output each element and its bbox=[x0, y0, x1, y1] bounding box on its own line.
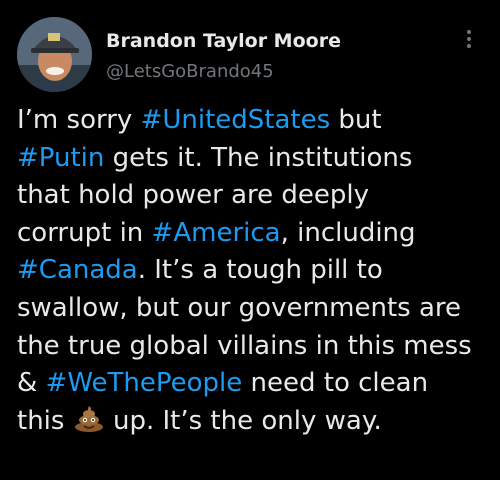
tweet-text-segment: gets it. The institutions bbox=[104, 142, 413, 173]
tweet-text-segment: up. It’s the only way. bbox=[104, 405, 382, 436]
tweet-text-segment: swallow, but our governments are bbox=[17, 292, 462, 323]
more-vertical-icon[interactable] bbox=[462, 26, 476, 52]
hashtag-link[interactable]: #America bbox=[152, 218, 281, 248]
tweet-line: #Canada. It’s a tough pill to bbox=[17, 252, 497, 290]
tweet-line: the true global villains in this mess bbox=[17, 328, 497, 366]
tweet-line: that hold power are deeply bbox=[17, 177, 497, 215]
avatar[interactable] bbox=[17, 17, 92, 92]
tweet-text-segment: corrupt in bbox=[17, 217, 152, 248]
tweet-line: corrupt in #America, including bbox=[17, 215, 497, 253]
hashtag-link[interactable]: #UnitedStates bbox=[141, 105, 331, 135]
tweet-text-segment: , including bbox=[280, 217, 416, 248]
tweet-line: #Putin gets it. The institutions bbox=[17, 140, 497, 178]
tweet-text: I’m sorry #UnitedStates but #Putin gets i… bbox=[17, 102, 497, 440]
author-handle[interactable]: @LetsGoBrando45 bbox=[106, 61, 274, 82]
tweet-text-segment: but bbox=[330, 105, 382, 135]
pile-of-poo-icon bbox=[74, 405, 104, 432]
hashtag-link[interactable]: #Canada bbox=[17, 255, 138, 285]
tweet-text-segment: & bbox=[17, 368, 46, 399]
tweet-text-segment: the true global villains in this mess bbox=[17, 330, 472, 361]
author-name[interactable]: Brandon Taylor Moore bbox=[106, 30, 341, 52]
tweet-line: I’m sorry #UnitedStates but bbox=[17, 102, 497, 140]
tweet-text-segment: this bbox=[17, 405, 73, 436]
tweet-line: this up. It’s the only way. bbox=[17, 403, 497, 441]
tweet-text-segment: I’m sorry bbox=[17, 105, 141, 135]
tweet-text-segment: need to clean bbox=[242, 368, 429, 399]
avatar-image bbox=[17, 17, 92, 92]
tweet-line: & #WeThePeople need to clean bbox=[17, 365, 497, 403]
tweet-card: Brandon Taylor Moore @LetsGoBrando45 I’m… bbox=[0, 0, 500, 480]
tweet-text-segment: that hold power are deeply bbox=[17, 180, 369, 211]
tweet-text-segment: . It’s a tough pill to bbox=[137, 255, 383, 286]
hashtag-link[interactable]: #WeThePeople bbox=[46, 368, 243, 398]
tweet-line: swallow, but our governments are bbox=[17, 290, 497, 328]
hashtag-link[interactable]: #Putin bbox=[17, 143, 104, 173]
